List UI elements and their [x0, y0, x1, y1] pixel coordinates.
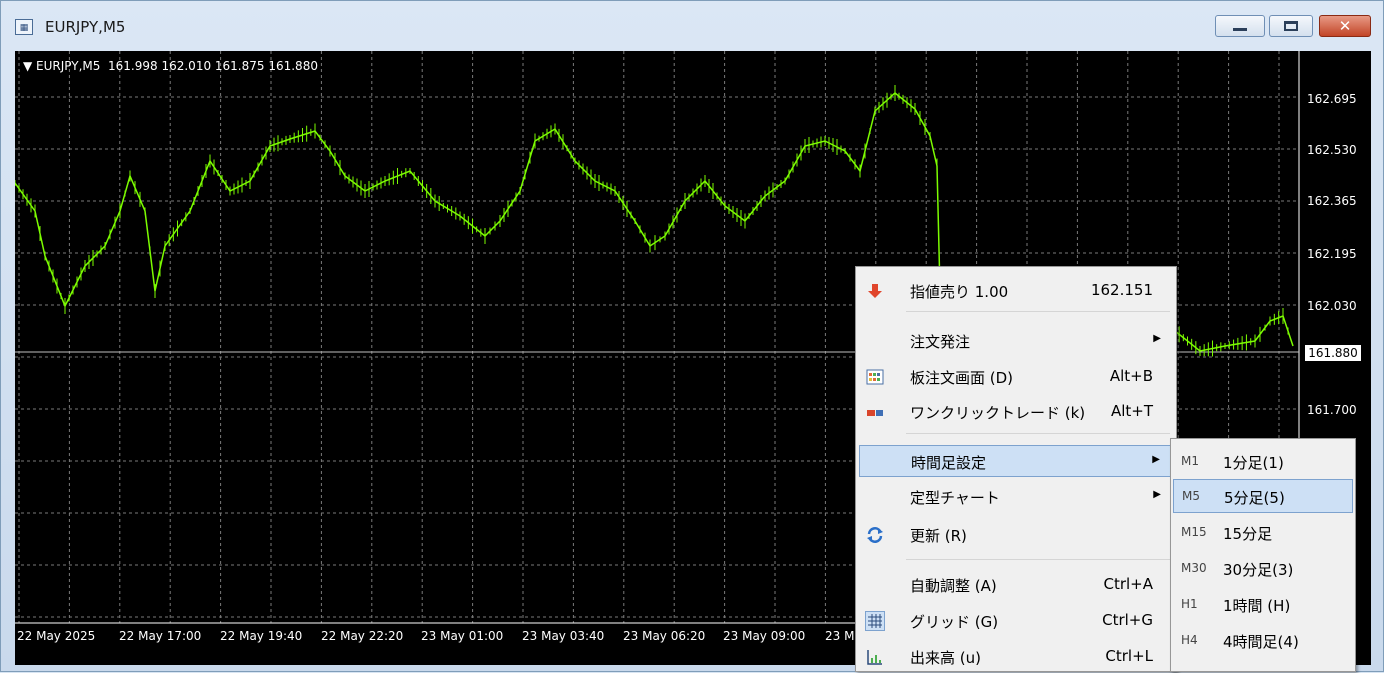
- menu-item-place-order[interactable]: 注文発注 ▶: [859, 325, 1173, 357]
- timeframe-submenu: M1 1分足(1) M5 5分足(5) M15 15分足 M30 30分足(3)…: [1170, 438, 1356, 672]
- time-tick: 23 May 01:00: [421, 629, 504, 643]
- submenu-arrow-icon: ▶: [1153, 489, 1161, 500]
- time-tick: 23 May 09:00: [723, 629, 806, 643]
- menu-item-shortcut: Alt+B: [1109, 367, 1153, 385]
- timeframe-h4[interactable]: H4 4時間足(4): [1173, 624, 1353, 658]
- chart-context-menu: 指値売り 1.00 162.151 注文発注 ▶ 板注文画面 (D) Alt+B…: [855, 266, 1177, 672]
- time-tick: 23 May 06:20: [623, 629, 706, 643]
- price-tick: 162.365: [1307, 194, 1357, 208]
- timeframe-label: 15分足: [1223, 525, 1273, 543]
- timeframe-code: H1: [1181, 597, 1198, 611]
- timeframe-m1[interactable]: M1 1分足(1): [1173, 445, 1353, 479]
- timeframe-label: 5分足(5): [1224, 489, 1285, 507]
- menu-item-shortcut: Alt+T: [1110, 402, 1153, 420]
- minimize-icon: [1233, 28, 1247, 31]
- menu-item-shortcut: Ctrl+G: [1102, 611, 1153, 629]
- grid-icon: [865, 611, 885, 631]
- volume-icon: [867, 650, 882, 665]
- menu-item-label: 更新 (R): [910, 527, 967, 545]
- menu-item-timeframe[interactable]: 時間足設定 ▶: [859, 445, 1173, 477]
- time-tick: 22 May 2025: [17, 629, 96, 643]
- timeframe-code: H4: [1181, 633, 1198, 647]
- price-tick: 161.700: [1307, 403, 1357, 417]
- menu-item-label: 自動調整 (A): [910, 577, 997, 595]
- time-tick: 22 May 19:40: [220, 629, 303, 643]
- order-board-icon: [866, 369, 884, 385]
- menu-item-refresh[interactable]: 更新 (R): [859, 519, 1173, 551]
- timeframe-code: M30: [1181, 561, 1207, 575]
- menu-separator: [906, 433, 1170, 434]
- time-tick: 23 M: [825, 629, 855, 643]
- sell-limit-icon: [868, 284, 882, 298]
- timeframe-label: 1時間 (H): [1223, 597, 1291, 615]
- chart-window-icon: ▦: [15, 19, 33, 35]
- menu-item-shortcut: 162.151: [1090, 281, 1153, 299]
- timeframe-m15[interactable]: M15 15分足: [1173, 516, 1353, 550]
- menu-item-label: 定型チャート: [910, 489, 1000, 507]
- menu-item-label: 板注文画面 (D): [910, 369, 1014, 387]
- timeframe-label: 4時間足(4): [1223, 633, 1299, 651]
- chart-info-line: ▼ EURJPY,M5 161.998 162.010 161.875 161.…: [23, 59, 318, 73]
- price-tick: 162.695: [1307, 92, 1357, 106]
- maximize-icon: [1284, 21, 1298, 31]
- timeframe-code: M5: [1182, 489, 1200, 503]
- price-tick: 162.195: [1307, 247, 1357, 261]
- menu-separator: [906, 559, 1170, 560]
- menu-item-label: ワンクリックトレード (k): [910, 404, 1086, 422]
- menu-item-label: 指値売り 1.00: [910, 283, 1009, 301]
- timeframe-h1[interactable]: H1 1時間 (H): [1173, 588, 1353, 622]
- menu-item-order-board[interactable]: 板注文画面 (D) Alt+B: [859, 361, 1173, 393]
- timeframe-label: 1分足(1): [1223, 454, 1284, 472]
- menu-item-label: グリッド (G): [910, 613, 999, 631]
- time-tick: 22 May 22:20: [321, 629, 404, 643]
- timeframe-m5[interactable]: M5 5分足(5): [1173, 479, 1353, 513]
- price-tick: 162.030: [1307, 299, 1357, 313]
- close-button[interactable]: ✕: [1319, 15, 1371, 37]
- menu-item-shortcut: Ctrl+L: [1105, 647, 1153, 665]
- submenu-arrow-icon: ▶: [1152, 454, 1160, 465]
- maximize-button[interactable]: [1269, 15, 1313, 37]
- current-price-label: 161.880: [1305, 345, 1361, 361]
- menu-item-one-click-trade[interactable]: ワンクリックトレード (k) Alt+T: [859, 396, 1173, 428]
- menu-item-label: 出来高 (u): [910, 649, 981, 667]
- symbol-ohlc: EURJPY,M5 161.998 162.010 161.875 161.88…: [36, 59, 318, 73]
- submenu-arrow-icon: ▶: [1153, 333, 1161, 344]
- menu-item-chart-template[interactable]: 定型チャート ▶: [859, 481, 1173, 513]
- minimize-button[interactable]: [1215, 15, 1265, 37]
- menu-separator: [906, 311, 1170, 312]
- menu-item-label: 時間足設定: [911, 454, 987, 472]
- timeframe-label: 30分足(3): [1223, 561, 1294, 579]
- one-click-trade-icon: [867, 410, 883, 416]
- menu-item-grid[interactable]: グリッド (G) Ctrl+G: [859, 605, 1173, 637]
- title-bar[interactable]: ▦ EURJPY,M5 ✕: [1, 1, 1383, 49]
- menu-item-shortcut: Ctrl+A: [1103, 575, 1153, 593]
- refresh-icon: [867, 527, 883, 543]
- time-tick: 23 May 03:40: [522, 629, 605, 643]
- price-tick: 162.530: [1307, 143, 1357, 157]
- menu-item-auto-scroll[interactable]: 自動調整 (A) Ctrl+A: [859, 569, 1173, 601]
- menu-item-sell-limit[interactable]: 指値売り 1.00 162.151: [859, 275, 1173, 307]
- menu-item-label: 注文発注: [910, 333, 971, 351]
- timeframe-m30[interactable]: M30 30分足(3): [1173, 552, 1353, 586]
- timeframe-code: M1: [1181, 454, 1199, 468]
- window-title: EURJPY,M5: [45, 18, 126, 36]
- time-tick: 22 May 17:00: [119, 629, 202, 643]
- timeframe-code: M15: [1181, 525, 1207, 539]
- close-icon: ✕: [1338, 17, 1352, 35]
- menu-item-volume[interactable]: 出来高 (u) Ctrl+L: [859, 641, 1173, 673]
